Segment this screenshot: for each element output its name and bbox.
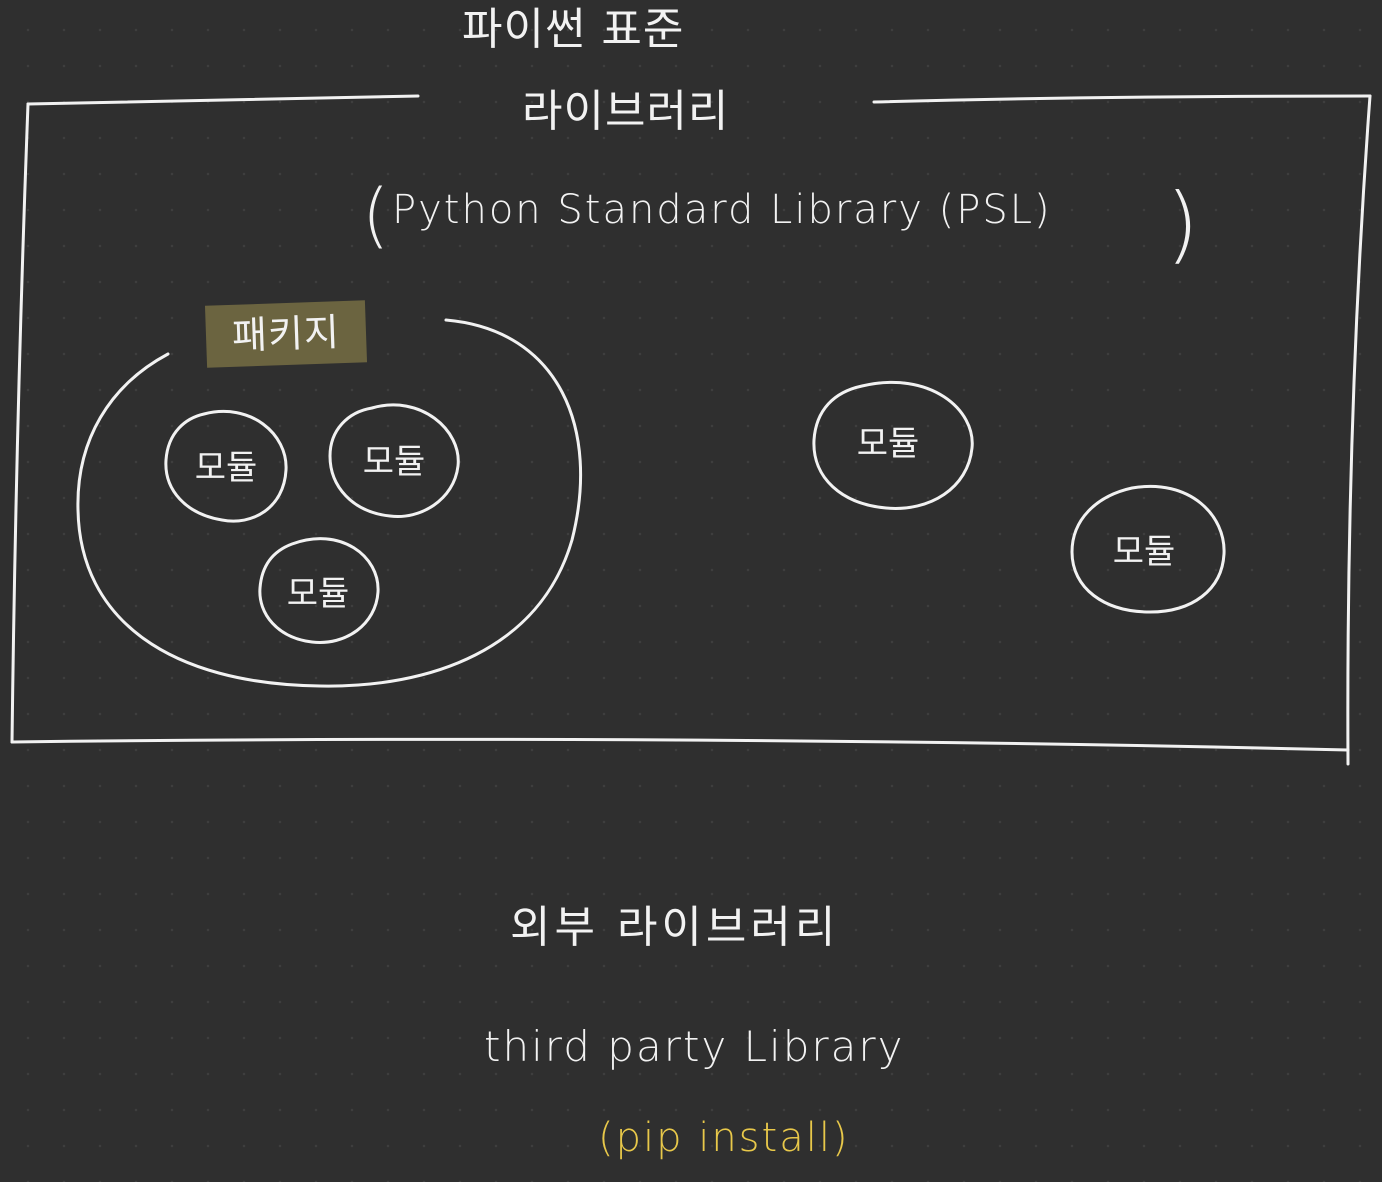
stdlib-box-left xyxy=(10,102,30,744)
module-label-5: 모듈 xyxy=(1112,532,1176,572)
package-label: 패키지 xyxy=(204,300,368,368)
stdlib-box-right xyxy=(1346,94,1372,766)
stdlib-title-en: Python Standard Library (PSL) xyxy=(392,187,1052,233)
stdlib-box-top-left xyxy=(26,94,420,106)
package-enclosure xyxy=(76,318,583,688)
stdlib-box-bottom xyxy=(10,737,1350,752)
module-label-3: 모듈 xyxy=(286,574,350,614)
pip-install-note: (pip install) xyxy=(598,1115,850,1161)
external-library-title-en: third party Library xyxy=(484,1022,905,1071)
stdlib-title-ko-line1: 파이썬 표준 xyxy=(462,4,685,55)
whiteboard-canvas: 파이썬 표준 라이브러리 ( Python Standard Library (… xyxy=(0,0,1382,1182)
stdlib-title-ko-line2: 라이브러리 xyxy=(522,86,730,137)
module-label-2: 모듈 xyxy=(362,442,426,482)
stdlib-title-paren-close: ) xyxy=(1166,175,1199,273)
module-label-4: 모듈 xyxy=(856,424,920,464)
external-library-title-ko: 외부 라이브러리 xyxy=(510,902,840,953)
stdlib-box-top-right xyxy=(872,94,1372,104)
module-label-1: 모듈 xyxy=(194,448,258,488)
stdlib-title-paren-open: ( xyxy=(362,174,390,256)
